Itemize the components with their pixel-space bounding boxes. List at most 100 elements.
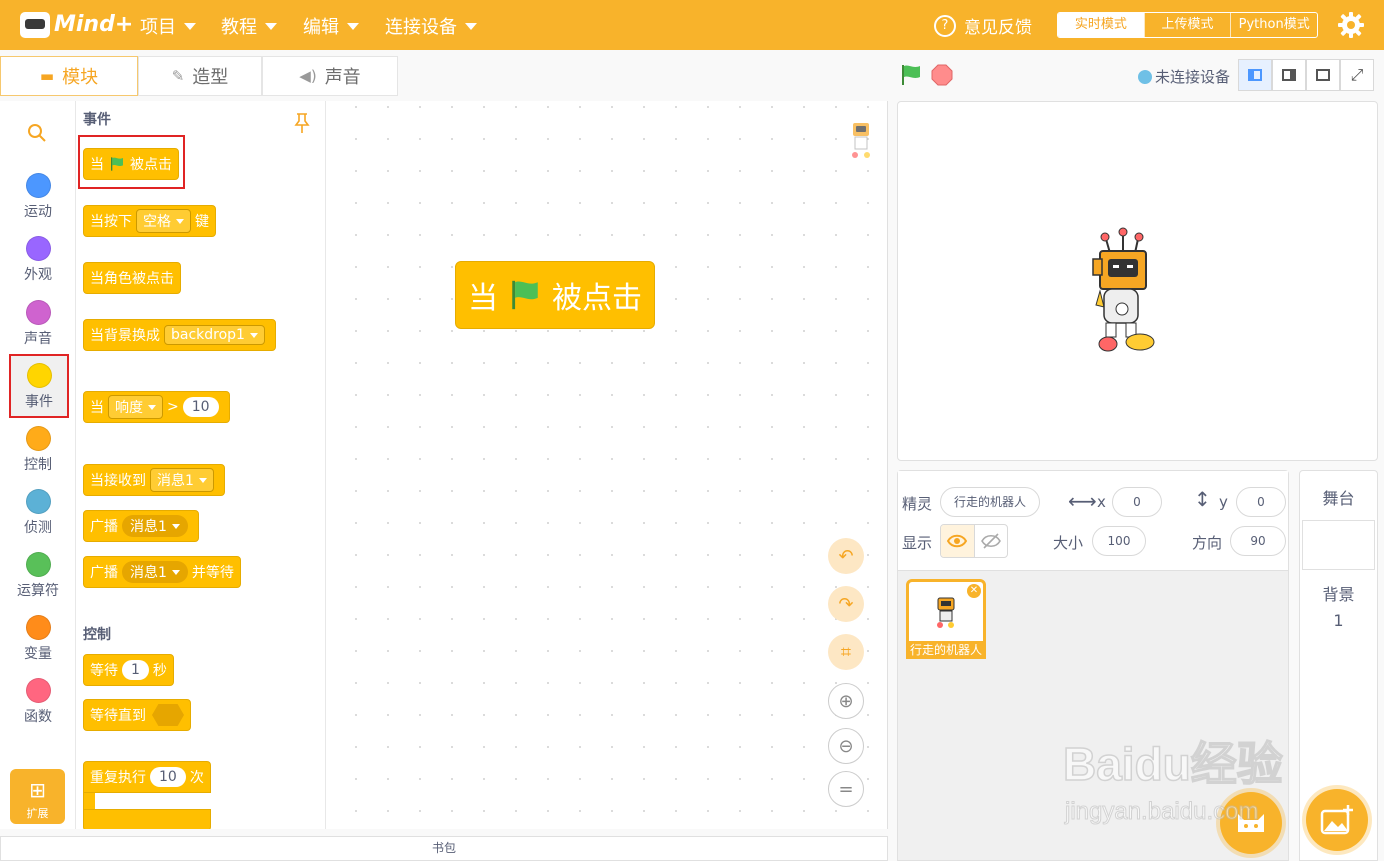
- key-dropdown[interactable]: 空格: [136, 209, 191, 233]
- message-dropdown[interactable]: 消息1: [150, 468, 214, 492]
- hide-sprite-button[interactable]: [975, 525, 1008, 557]
- caret-down-icon: [347, 22, 359, 30]
- tab-costumes[interactable]: ✎ 造型: [138, 56, 262, 96]
- direction-input[interactable]: 90: [1230, 526, 1286, 556]
- when-greater-than-block[interactable]: 当 响度 > 10: [83, 378, 230, 423]
- menu-edit-label: 编辑: [303, 17, 339, 38]
- block-text: 被点击: [552, 281, 642, 316]
- backpack-bar[interactable]: 书包: [0, 836, 888, 861]
- hide-stage-button[interactable]: [1306, 59, 1340, 91]
- category-looks[interactable]: 外观: [0, 236, 76, 284]
- when-backdrop-switches-block[interactable]: 当背景换成 backdrop1: [83, 306, 276, 351]
- message-dropdown[interactable]: 消息1: [122, 515, 188, 537]
- seconds-input[interactable]: 1: [122, 660, 149, 680]
- small-stage-button[interactable]: [1238, 59, 1272, 91]
- undo-button[interactable]: ↶: [828, 538, 864, 574]
- zoom-out-icon: ⊖: [838, 735, 854, 757]
- zoom-in-button[interactable]: ⊕: [828, 683, 864, 719]
- sprite-info: 精灵 行走的机器人 ⟷ x 0 ↕ y 0 显示 大小 100 方向 90: [898, 471, 1288, 571]
- block-text: 当角色被点击: [90, 271, 174, 287]
- category-label: 声音: [24, 331, 52, 347]
- motion-color-icon: [25, 173, 51, 198]
- tab-sounds[interactable]: ◀) 声音: [262, 56, 398, 96]
- vertical-arrows-icon: ↕: [1194, 487, 1211, 511]
- zoom-reset-button[interactable]: =: [828, 771, 864, 807]
- backdrop-dropdown[interactable]: backdrop1: [164, 325, 265, 345]
- mode-upload[interactable]: 上传模式: [1143, 13, 1231, 37]
- feedback-button[interactable]: ? 意见反馈: [934, 13, 1032, 38]
- connection-status-label: 未连接设备: [1155, 68, 1231, 86]
- when-receive-block[interactable]: 当接收到 消息1: [83, 451, 225, 496]
- show-sprite-button[interactable]: [941, 525, 975, 557]
- block-text: 当: [468, 281, 498, 316]
- wait-seconds-block[interactable]: 等待 1 秒: [83, 654, 174, 686]
- extension-button[interactable]: ⊞ 扩展: [10, 769, 65, 824]
- editor-tabs: ▬ 模块 ✎ 造型 ◀) 声音: [0, 56, 398, 96]
- condition-slot[interactable]: [152, 704, 184, 726]
- category-label: 事件: [25, 394, 53, 410]
- workspace-when-flag-block[interactable]: 当 被点击: [455, 237, 655, 329]
- add-backdrop-button[interactable]: [1306, 789, 1368, 851]
- fullscreen-button[interactable]: ⤢: [1340, 59, 1374, 91]
- repeat-block[interactable]: 重复执行 10 次: [83, 761, 211, 793]
- stop-button[interactable]: [931, 64, 953, 86]
- mode-python[interactable]: Python模式: [1230, 13, 1317, 37]
- menu-edit[interactable]: 编辑: [303, 13, 359, 39]
- zoom-out-button[interactable]: ⊖: [828, 728, 864, 764]
- menu-tutorial-label: 教程: [221, 17, 257, 38]
- broadcast-and-wait-block[interactable]: 广播 消息1 并等待: [83, 556, 241, 588]
- clean-up-button[interactable]: ⌗: [828, 634, 864, 670]
- green-flag-button[interactable]: [899, 63, 923, 87]
- category-sensing[interactable]: 侦测: [0, 489, 76, 537]
- when-sprite-clicked-block[interactable]: 当角色被点击: [83, 249, 181, 294]
- menu-project[interactable]: 项目: [140, 13, 196, 39]
- block-text: 广播: [90, 519, 118, 535]
- sprite-name-input[interactable]: 行走的机器人: [940, 487, 1040, 517]
- robot-sprite[interactable]: [1088, 227, 1158, 362]
- connection-status[interactable]: 未连接设备: [1138, 66, 1230, 87]
- stage-canvas[interactable]: [897, 101, 1378, 461]
- stage-thumbnail[interactable]: [1302, 520, 1375, 570]
- redo-button[interactable]: ↷: [828, 586, 864, 622]
- tab-costumes-label: 造型: [192, 67, 229, 88]
- repeat-count-input[interactable]: 10: [150, 767, 186, 787]
- message-dropdown[interactable]: 消息1: [122, 561, 188, 583]
- category-sound[interactable]: 声音: [0, 300, 76, 348]
- mode-switch: 实时模式 上传模式 Python模式: [1057, 12, 1318, 38]
- caret-down-icon: [465, 22, 477, 30]
- broadcast-block[interactable]: 广播 消息1: [83, 510, 199, 542]
- eye-icon: [947, 534, 968, 548]
- threshold-input[interactable]: 10: [182, 397, 219, 417]
- size-input[interactable]: 100: [1092, 526, 1146, 556]
- wait-until-block[interactable]: 等待直到: [83, 699, 191, 731]
- category-functions[interactable]: 函数: [0, 678, 76, 726]
- logo-text: Mind+: [54, 12, 134, 37]
- sensor-dropdown[interactable]: 响度: [108, 395, 163, 419]
- category-variables[interactable]: 变量: [0, 615, 76, 663]
- menu-connect-device[interactable]: 连接设备: [385, 13, 477, 39]
- add-sprite-button[interactable]: [1220, 792, 1282, 854]
- when-key-pressed-block[interactable]: 当按下 空格 键: [83, 192, 216, 237]
- category-events[interactable]: 事件: [9, 354, 69, 418]
- category-label: 函数: [24, 709, 52, 725]
- pin-icon[interactable]: [294, 112, 310, 134]
- block-text: 当接收到: [90, 473, 146, 489]
- x-input[interactable]: 0: [1112, 487, 1162, 517]
- extension-label: 扩展: [26, 807, 49, 820]
- mindplus-logo[interactable]: Mind+: [18, 8, 133, 44]
- category-control[interactable]: 控制: [0, 426, 76, 474]
- sprite-thumbnail[interactable]: ✕ 行走的机器人: [906, 579, 986, 659]
- gear-icon[interactable]: [1337, 11, 1365, 39]
- category-operators[interactable]: 运算符: [0, 552, 76, 600]
- mode-realtime[interactable]: 实时模式: [1058, 13, 1144, 37]
- fullscreen-icon: ⤢: [1350, 65, 1364, 84]
- tab-blocks[interactable]: ▬ 模块: [0, 56, 138, 96]
- y-input[interactable]: 0: [1236, 487, 1286, 517]
- code-workspace[interactable]: 当 被点击 ↶ ↷ ⌗ ⊕ ⊖ =: [326, 101, 888, 829]
- large-stage-button[interactable]: [1272, 59, 1306, 91]
- search-icon[interactable]: [27, 123, 47, 143]
- sprite-label: 精灵: [902, 495, 933, 513]
- menu-tutorial[interactable]: 教程: [221, 13, 277, 39]
- close-icon[interactable]: ✕: [967, 584, 981, 598]
- category-motion[interactable]: 运动: [0, 173, 76, 221]
